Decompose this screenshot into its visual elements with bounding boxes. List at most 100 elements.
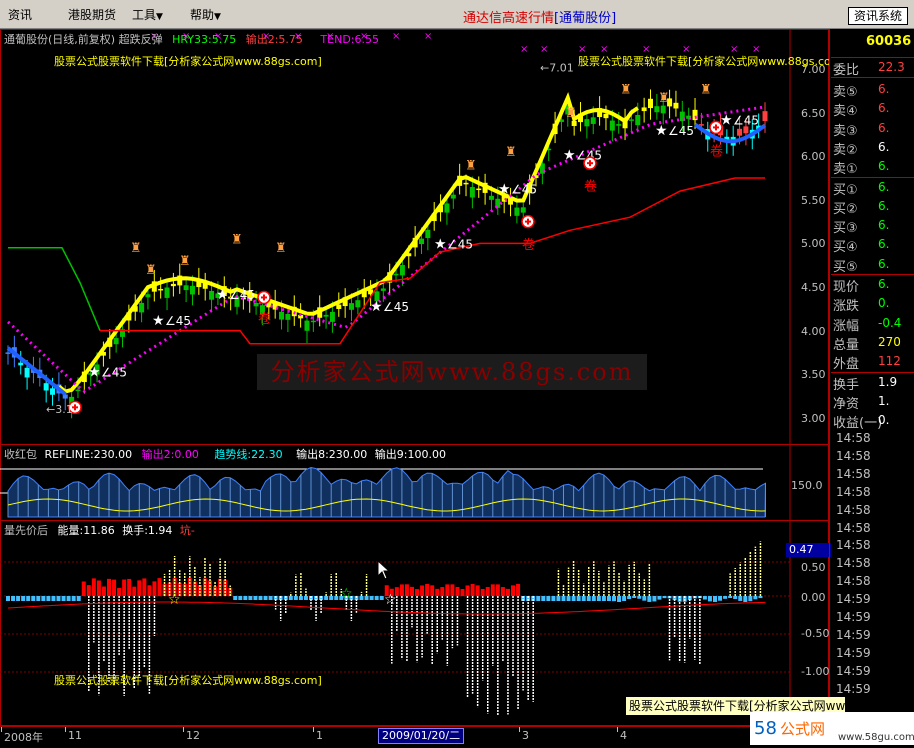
energy-bar [617, 596, 622, 602]
quote-row-value: 1. [878, 393, 890, 408]
energy-bar [404, 584, 409, 596]
bottom-y-label: -0.50 [801, 627, 830, 640]
x-axis-label: 2008年 [4, 731, 43, 744]
support-line-red [100, 177, 765, 345]
energy-bar [718, 596, 723, 601]
candle-body [304, 320, 310, 331]
trend-line-yellow [57, 92, 639, 394]
star-outline-icon: ☆ [168, 592, 181, 608]
watermark-bottom: 股票公式股票软件下载[分析家公式网www.88gs.com] [54, 674, 322, 687]
angle-label: ∠45 [383, 300, 409, 314]
tick-time: 14:59 [836, 645, 871, 660]
divider [831, 176, 914, 178]
energy-bar [622, 596, 627, 601]
trend-line-blue [6, 346, 67, 396]
candle-body [635, 114, 641, 126]
tick-time: 14:58 [836, 556, 871, 571]
mid-legend-refline: REFLINE:230.00 [44, 448, 133, 461]
candle-body [399, 265, 405, 276]
quote-row-value: 0. [878, 413, 890, 428]
energy-bar [399, 584, 404, 596]
star-icon: ★ [88, 365, 101, 381]
energy-bar [657, 596, 662, 600]
x-axis-tick [617, 727, 618, 732]
bottom-chart-legend: 量先价后 能量:11.86 换手:1.94 坑- [4, 522, 195, 538]
menu-hk-futures[interactable]: 港股期货 [68, 6, 116, 23]
candle-body [310, 320, 316, 323]
runner-icon: ♜ [231, 232, 243, 247]
main-legend-hry: HRY33:5.75 [172, 33, 237, 46]
energy-bar [107, 578, 111, 596]
energy-bar [96, 580, 101, 596]
price-label: 5.50 [801, 193, 826, 207]
energy-bar [101, 586, 106, 596]
candle-body [139, 302, 145, 313]
price-label: 4.50 [801, 281, 826, 294]
energy-bar [435, 588, 440, 596]
tick-time: 14:59 [836, 681, 871, 696]
candle-body [444, 203, 450, 213]
energy-bar [733, 596, 738, 600]
x-axis-label: 12 [186, 729, 200, 742]
x-axis-tick [519, 727, 520, 732]
candle-body [463, 182, 469, 185]
energy-bar [420, 585, 425, 596]
energy-bar [606, 596, 611, 601]
energy-bar [440, 587, 445, 596]
energy-bar [445, 584, 450, 596]
runner-icon: ♜ [565, 106, 577, 121]
angle-label: ∠45 [165, 314, 191, 328]
menu-help[interactable]: 帮助▼ [190, 6, 221, 23]
energy-bar [541, 596, 546, 601]
energy-bar [122, 579, 127, 596]
menu-zixun[interactable]: 资讯 [8, 6, 32, 23]
candle-body [418, 238, 424, 245]
quote-row-value: -0.4 [878, 315, 902, 330]
candle-body [164, 287, 170, 298]
tick-time-list[interactable]: 14:58 14:58 14:58 14:58 14:58 14:58 14:58 14:58… [829, 429, 914, 704]
candle-body [393, 273, 399, 276]
quote-row-label: 卖④ [833, 104, 858, 120]
candle-body [628, 119, 634, 121]
energy-bar [632, 596, 637, 599]
quote-row-label: 总量 [833, 337, 860, 353]
energy-bar [566, 596, 571, 601]
candle-body [285, 313, 291, 320]
main-legend-name: 通葡股份(日线,前复权) 超跌反弹 [4, 33, 163, 46]
quote-row-label: 买④ [833, 240, 858, 256]
runner-icon: ♜ [700, 82, 712, 97]
star-icon: ★ [563, 147, 576, 163]
candle-body [737, 128, 743, 136]
angle-label: ∠45 [668, 124, 694, 138]
support-line-green [8, 247, 101, 331]
energy-bar [303, 596, 308, 600]
energy-bar [36, 596, 41, 601]
high-label: ←7.01 [540, 61, 574, 74]
energy-bar [218, 578, 223, 596]
mid-legend-out8: 输出8:230.00 [296, 448, 368, 461]
energy-bar [652, 596, 657, 602]
divider [831, 57, 914, 58]
energy-bar [475, 585, 480, 596]
energy-bar [243, 596, 248, 600]
menu-tools[interactable]: 工具▼ [132, 6, 163, 23]
bottom-legend-kang: 坑- [179, 524, 195, 537]
energy-bar [637, 596, 642, 599]
mouse-cursor-icon [377, 560, 391, 580]
energy-bar [748, 596, 753, 602]
quote-panel: 60036 委比 22.3 卖⑤ 6. 卖④ 6. 卖③ 6. 卖② 6. 卖① 6. 买① 6. 买②… [829, 29, 914, 431]
energy-bar [511, 585, 515, 596]
energy-bar [576, 596, 581, 601]
x-axis: 2008年 11 12 1 3 4 2009/01/20/二 [0, 726, 829, 746]
star-icon: ★ [152, 313, 165, 329]
system-button[interactable]: 资讯系统 [848, 7, 908, 25]
candle-body [450, 194, 456, 199]
candle-body [380, 288, 386, 291]
chevron-down-icon: ▼ [156, 12, 163, 22]
energy-bar [495, 584, 500, 596]
energy-bar [359, 596, 364, 600]
quote-row-value: 270 [878, 334, 901, 349]
bottom-highlight-value: 0.47 [786, 543, 831, 557]
tick-time: 14:58 [836, 520, 871, 535]
menu-bar: 资讯 港股期货 工具▼ 帮助▼ 通达信高速行情[通葡股份] 资讯系统 [0, 0, 914, 29]
